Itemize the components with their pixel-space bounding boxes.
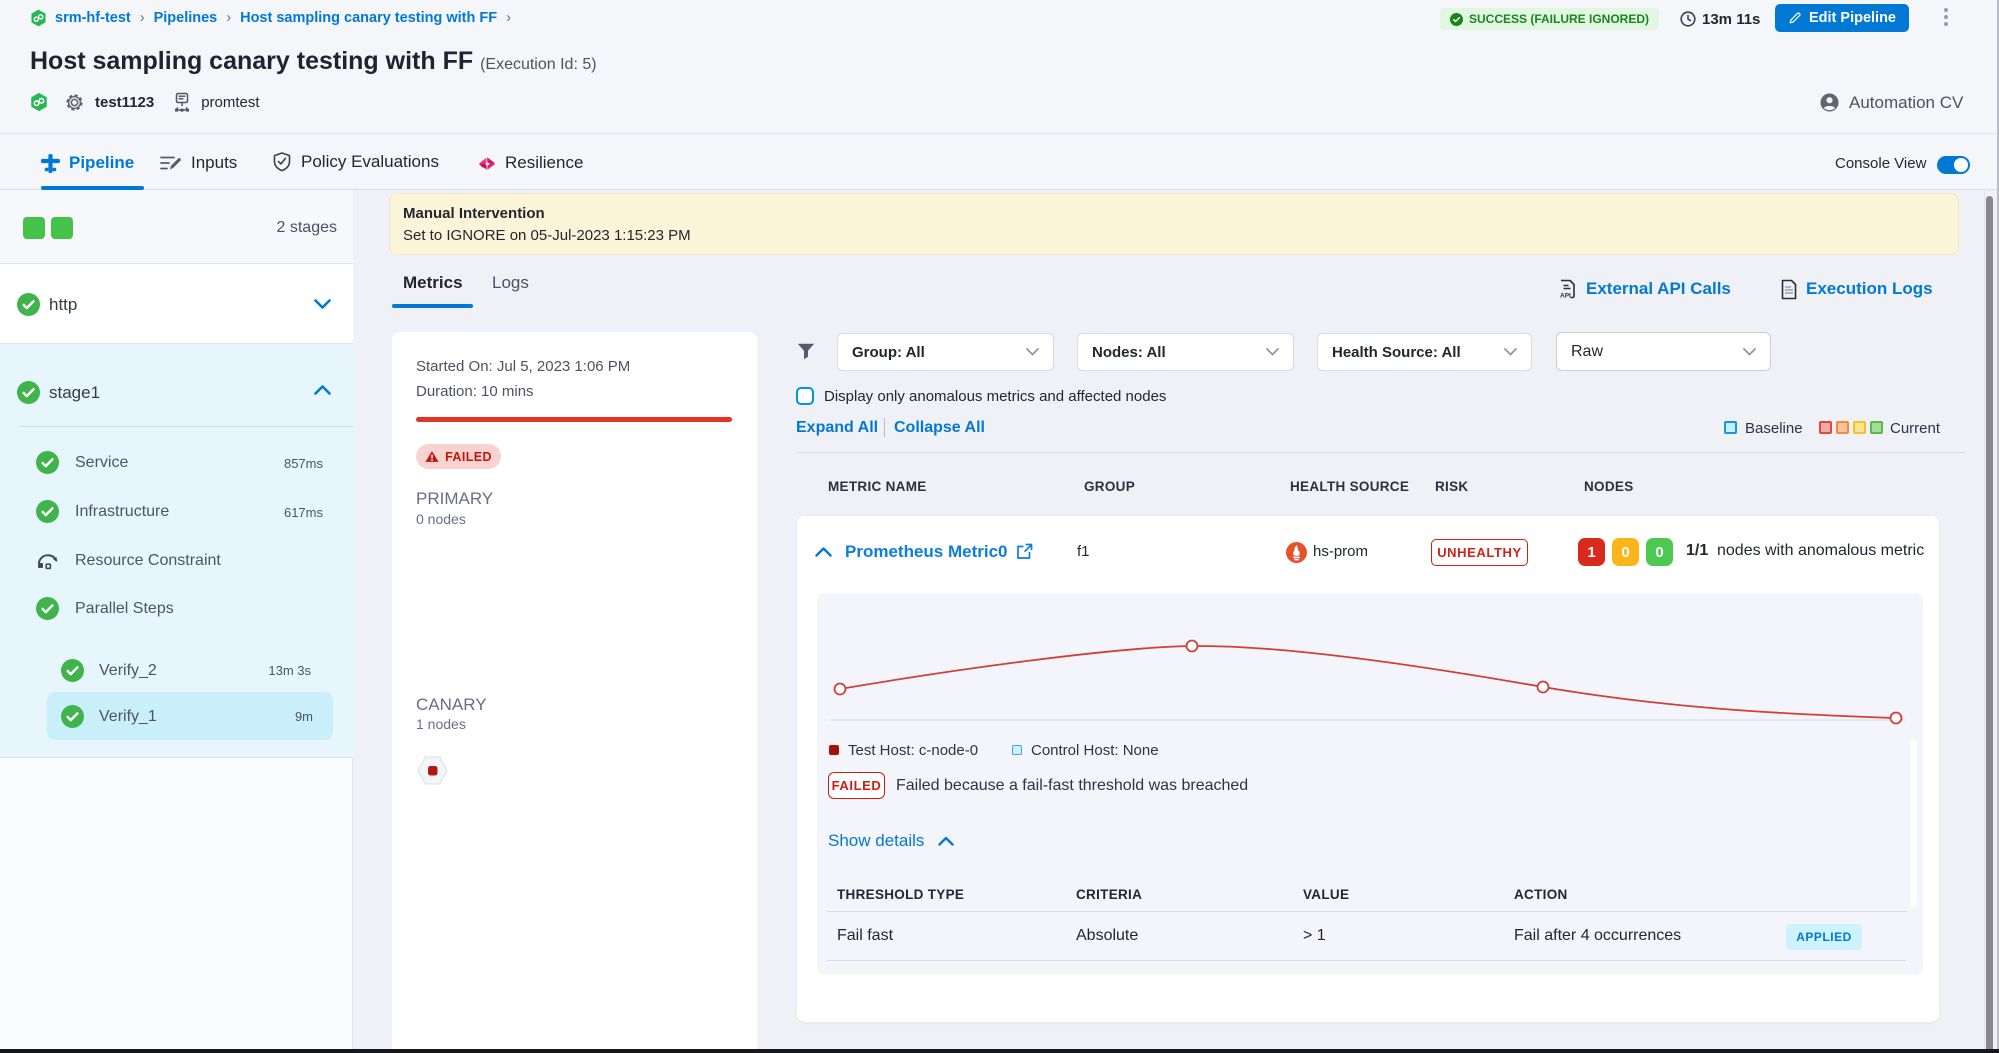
svg-text:API: API xyxy=(1560,292,1571,299)
